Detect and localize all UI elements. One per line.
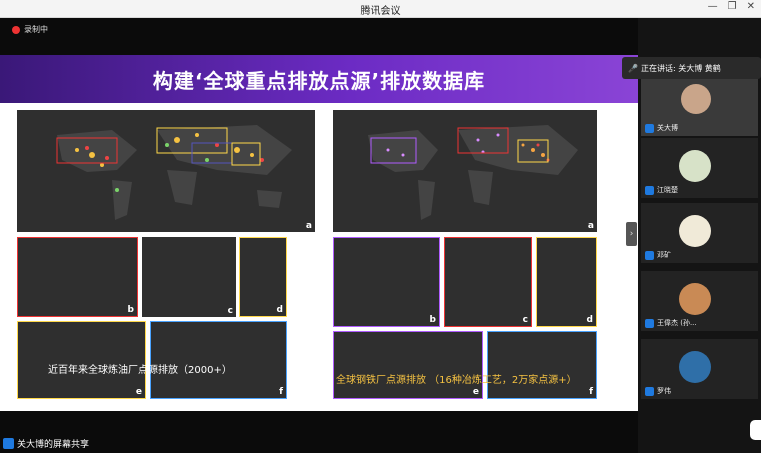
panel-toggle-icon[interactable]: › <box>626 222 637 246</box>
map-letter: a <box>587 221 594 231</box>
participant-name-row: 邓矿 <box>645 250 671 260</box>
screen-share-area: 录制中 构建‘全球重点排放点源’排放数据库 a b c d e f 近百年来全球… <box>0 18 638 453</box>
participant-name-row: 罗伟 <box>645 386 671 396</box>
close-icon[interactable]: ✕ <box>747 1 755 12</box>
participant-name: 关大博 <box>657 124 678 132</box>
map-letter: b <box>127 305 134 315</box>
scroll-handle[interactable] <box>750 420 761 440</box>
user-icon <box>645 250 654 260</box>
share-indicator: 关大博的屏幕共享 <box>0 435 89 451</box>
avatar <box>679 150 711 182</box>
microphone-icon: 🎤 <box>628 63 638 73</box>
user-icon <box>645 386 654 396</box>
map-letter: a <box>305 221 312 231</box>
avatar <box>681 84 711 114</box>
participant-name-row: 江晓楚 <box>645 185 678 195</box>
map-letter: c <box>522 315 528 325</box>
participant-tile[interactable]: 罗伟 <box>641 339 758 399</box>
right-map-d: d <box>536 237 597 327</box>
user-icon <box>645 123 654 133</box>
participant-name: 江晓楚 <box>657 186 678 194</box>
recording-label: 录制中 <box>24 25 48 34</box>
recording-indicator[interactable]: 录制中 <box>12 24 48 35</box>
right-caption: 全球钢铁厂点源排放 （16种冶炼工艺，2万家点源+） <box>336 375 577 386</box>
right-map-f: f <box>487 331 597 399</box>
world-map-right-svg <box>368 125 578 220</box>
participant-tile[interactable]: 邓矿 <box>641 203 758 263</box>
map-letter: b <box>429 315 436 325</box>
map-letter: e <box>135 387 142 397</box>
map-letter: f <box>279 387 283 397</box>
participant-name: 邓矿 <box>657 251 671 259</box>
world-map-left-svg <box>56 125 292 220</box>
left-caption: 近百年来全球炼油厂点源排放（2000+） <box>48 365 232 376</box>
left-map-d: d <box>239 237 287 317</box>
slide: 构建‘全球重点排放点源’排放数据库 a b c d e f 近百年来全球炼油厂点… <box>0 55 638 411</box>
participant-tile[interactable]: 王偉杰 (孙... <box>641 271 758 331</box>
left-map-f: f <box>150 321 287 399</box>
left-map-b: b <box>17 237 138 317</box>
maximize-icon[interactable]: ❐ <box>728 1 737 12</box>
participant-name-row: 王偉杰 (孙... <box>645 318 697 328</box>
avatar <box>679 283 711 315</box>
map-letter: f <box>589 387 593 397</box>
map-letter: e <box>472 387 479 397</box>
window-title: 腾讯会议 <box>360 6 401 17</box>
participant-name-row: 关大博 <box>645 123 678 133</box>
right-map-b: b <box>333 237 440 327</box>
title-bar: 腾讯会议 — ❐ ✕ <box>0 0 761 18</box>
left-map-a: a <box>17 110 315 232</box>
minimize-icon[interactable]: — <box>708 1 718 12</box>
user-icon <box>645 185 654 195</box>
map-letter: c <box>227 306 233 316</box>
share-label: 关大博的屏幕共享 <box>17 439 90 450</box>
participant-tile[interactable]: 江晓楚 <box>641 138 758 198</box>
user-icon <box>3 437 14 449</box>
user-icon <box>645 318 654 328</box>
map-letter: d <box>586 315 593 325</box>
window-controls: — ❐ ✕ <box>708 1 755 12</box>
participant-tile[interactable]: 关大博 <box>641 76 758 136</box>
right-map-e: e <box>333 331 483 399</box>
avatar <box>679 215 711 247</box>
slide-title: 构建‘全球重点排放点源’排放数据库 <box>152 69 486 93</box>
participants-panel: 关大博 江晓楚 邓矿 王偉杰 (孙... 罗伟 <box>638 18 761 453</box>
right-map-a: a <box>333 110 597 232</box>
speaking-label: 正在讲话: 关大博 黄鹤 <box>640 63 721 73</box>
map-letter: d <box>276 305 283 315</box>
right-map-c: c <box>444 237 532 327</box>
record-icon <box>12 25 20 34</box>
slide-banner: 构建‘全球重点排放点源’排放数据库 <box>0 55 638 103</box>
participant-name: 罗伟 <box>657 387 671 395</box>
left-map-c: c <box>142 237 236 317</box>
left-map-e: e <box>17 321 146 399</box>
avatar <box>679 351 711 383</box>
participant-name: 王偉杰 (孙... <box>657 319 697 327</box>
speaking-indicator: 🎤 正在讲话: 关大博 黄鹤 <box>622 57 761 79</box>
